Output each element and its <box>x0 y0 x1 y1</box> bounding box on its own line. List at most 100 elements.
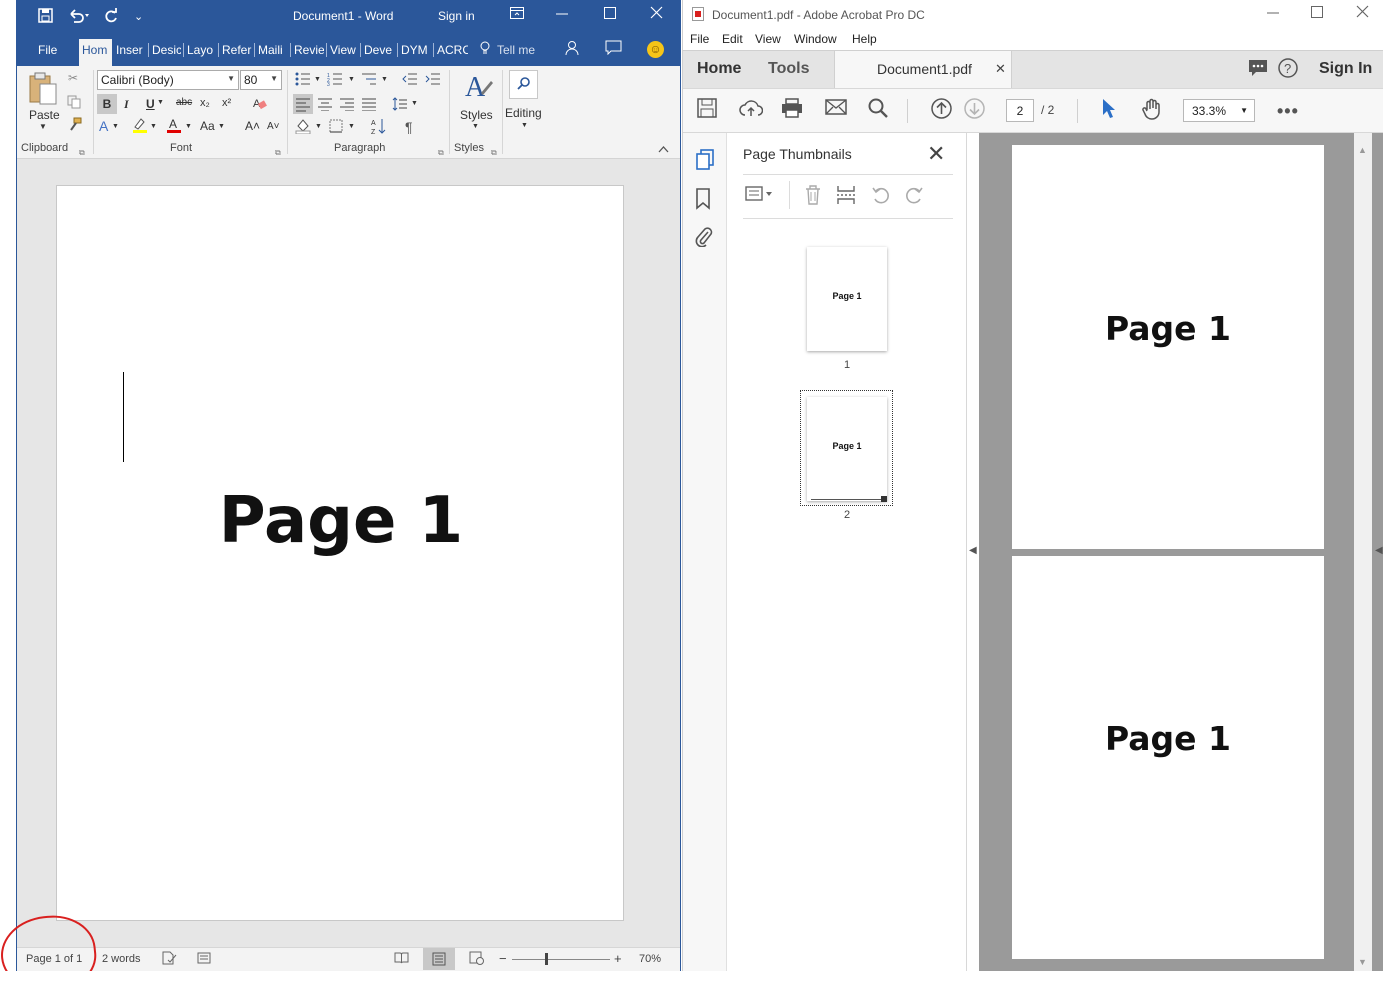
tab-layout[interactable]: Layo <box>183 43 216 57</box>
chevron-down-icon[interactable]: ▼ <box>315 123 322 130</box>
save-icon[interactable] <box>697 98 717 124</box>
menu-help[interactable]: Help <box>852 32 877 46</box>
chevron-down-icon[interactable]: ▼ <box>472 123 479 130</box>
attachment-paperclip-icon[interactable] <box>695 225 713 253</box>
line-spacing-icon[interactable] <box>392 96 408 115</box>
select-pointer-icon[interactable] <box>1101 98 1117 125</box>
grow-font-button[interactable]: A˄ <box>245 119 260 133</box>
tab-home[interactable]: Home <box>697 60 741 78</box>
highlight-color-icon[interactable] <box>132 117 148 136</box>
change-case-button[interactable]: Aa <box>200 119 215 133</box>
italic-button[interactable]: I <box>124 97 129 112</box>
share-person-icon[interactable] <box>565 40 581 61</box>
rotate-counterclockwise-icon[interactable] <box>871 185 891 210</box>
bold-button[interactable]: B <box>97 94 117 114</box>
pdf-page[interactable]: Page 1 <box>1012 556 1324 959</box>
chevron-down-icon[interactable]: ▼ <box>218 123 225 130</box>
close-panel-icon[interactable]: ✕ <box>927 141 945 167</box>
styles-button[interactable]: Styles <box>460 108 493 122</box>
chevron-down-icon[interactable]: ▼ <box>411 100 418 107</box>
zoom-level[interactable]: 70% <box>639 953 661 965</box>
menu-view[interactable]: View <box>755 32 781 46</box>
format-painter-icon[interactable] <box>68 117 82 134</box>
read-mode-icon[interactable] <box>394 951 409 968</box>
shrink-font-button[interactable]: A˅ <box>267 121 280 132</box>
menu-file[interactable]: File <box>690 32 709 46</box>
word-count-status[interactable]: 2 words <box>102 953 141 965</box>
chevron-down-icon[interactable]: ▼ <box>227 74 235 83</box>
bookmark-icon[interactable] <box>695 188 711 216</box>
tab-references[interactable]: Refer <box>218 43 252 57</box>
chevron-down-icon[interactable]: ▼ <box>185 123 192 130</box>
paragraph-launcher-icon[interactable]: ⧉ <box>438 148 444 158</box>
align-right-icon[interactable] <box>339 97 355 114</box>
font-launcher-icon[interactable]: ⧉ <box>275 148 281 158</box>
subscript-button[interactable]: x₂ <box>200 97 210 109</box>
chevron-down-icon[interactable]: ▼ <box>348 123 355 130</box>
sort-icon[interactable]: AZ <box>371 117 387 138</box>
chevron-down-icon[interactable]: ▼ <box>381 76 388 83</box>
chevron-down-icon[interactable]: ▼ <box>314 76 321 83</box>
scroll-up-icon[interactable]: ▲ <box>1358 145 1367 155</box>
pdf-page[interactable]: Page 1 <box>1012 145 1324 549</box>
menu-edit[interactable]: Edit <box>722 32 743 46</box>
previous-page-icon[interactable] <box>931 98 952 125</box>
clipboard-launcher-icon[interactable]: ⧉ <box>79 148 85 158</box>
word-page[interactable]: Page 1 <box>56 185 624 921</box>
tab-dym[interactable]: DYM <box>397 43 431 57</box>
rotate-clockwise-icon[interactable] <box>904 185 924 210</box>
increase-indent-icon[interactable] <box>425 72 441 89</box>
cut-icon[interactable]: ✂ <box>68 71 78 85</box>
comment-bubble-icon[interactable] <box>1248 58 1268 82</box>
clear-formatting-icon[interactable]: A <box>252 96 267 113</box>
collapse-left-panel-icon[interactable]: ◀ <box>969 545 977 556</box>
undo-icon[interactable] <box>68 8 90 27</box>
zoom-level-select[interactable]: 33.3% ▼ <box>1183 99 1255 122</box>
zoom-out-button[interactable]: − <box>499 951 507 966</box>
chevron-down-icon[interactable]: ▼ <box>112 123 119 130</box>
text-effects-icon[interactable]: A <box>99 118 108 134</box>
paste-icon[interactable] <box>28 72 58 109</box>
word-sign-in-link[interactable]: Sign in <box>438 9 475 23</box>
delete-page-icon[interactable] <box>804 185 822 210</box>
save-icon[interactable] <box>38 8 53 27</box>
tab-view[interactable]: View <box>326 43 358 57</box>
ribbon-display-options-icon[interactable] <box>510 6 524 24</box>
tab-tools[interactable]: Tools <box>768 60 809 78</box>
tab-document[interactable]: Document1.pdf ✕ <box>834 51 1012 89</box>
collapse-ribbon-icon[interactable] <box>658 144 669 156</box>
paste-button[interactable]: Paste <box>29 108 60 122</box>
strikethrough-button[interactable]: abc <box>176 97 192 108</box>
proofing-icon[interactable] <box>162 951 177 968</box>
maximize-icon[interactable] <box>604 6 616 24</box>
borders-icon[interactable] <box>329 119 343 136</box>
chevron-down-icon[interactable]: ▼ <box>150 123 157 130</box>
pdf-document-view[interactable]: Page 1 Page 1 ▲ ▼ ◀ <box>979 133 1383 971</box>
expand-right-panel-icon[interactable]: ◀ <box>1375 545 1383 556</box>
upload-cloud-icon[interactable] <box>739 98 764 124</box>
redo-icon[interactable] <box>103 8 119 27</box>
minimize-icon[interactable] <box>1267 5 1279 22</box>
multilevel-list-icon[interactable] <box>361 72 377 89</box>
tab-mailings[interactable]: Maili <box>254 43 287 57</box>
styles-icon[interactable]: A <box>463 71 493 106</box>
tab-review[interactable]: Revie <box>290 43 324 57</box>
customize-quick-access-icon[interactable]: ⌄ <box>134 10 143 23</box>
page-thumbnails-icon[interactable] <box>695 149 715 177</box>
maximize-icon[interactable] <box>1311 5 1323 22</box>
chevron-down-icon[interactable]: ▼ <box>270 74 278 83</box>
vertical-scrollbar[interactable]: ▲ ▼ <box>1354 133 1372 971</box>
tab-acrobat[interactable]: ACRC <box>433 43 468 57</box>
zoom-slider-track[interactable] <box>512 959 610 960</box>
search-icon[interactable] <box>509 70 538 99</box>
macro-record-icon[interactable] <box>197 951 211 968</box>
tell-me-search[interactable]: Tell me <box>497 43 535 57</box>
feedback-smiley-icon[interactable]: ☺ <box>647 41 664 58</box>
underline-button[interactable]: U <box>146 97 155 111</box>
close-icon[interactable] <box>1356 5 1369 22</box>
zoom-slider-thumb[interactable] <box>545 953 548 965</box>
document-body-text[interactable]: Page 1 <box>57 484 625 558</box>
superscript-button[interactable]: x² <box>222 97 231 109</box>
word-document-canvas[interactable]: Page 1 <box>17 159 680 947</box>
tab-developer[interactable]: Deve <box>360 43 394 57</box>
